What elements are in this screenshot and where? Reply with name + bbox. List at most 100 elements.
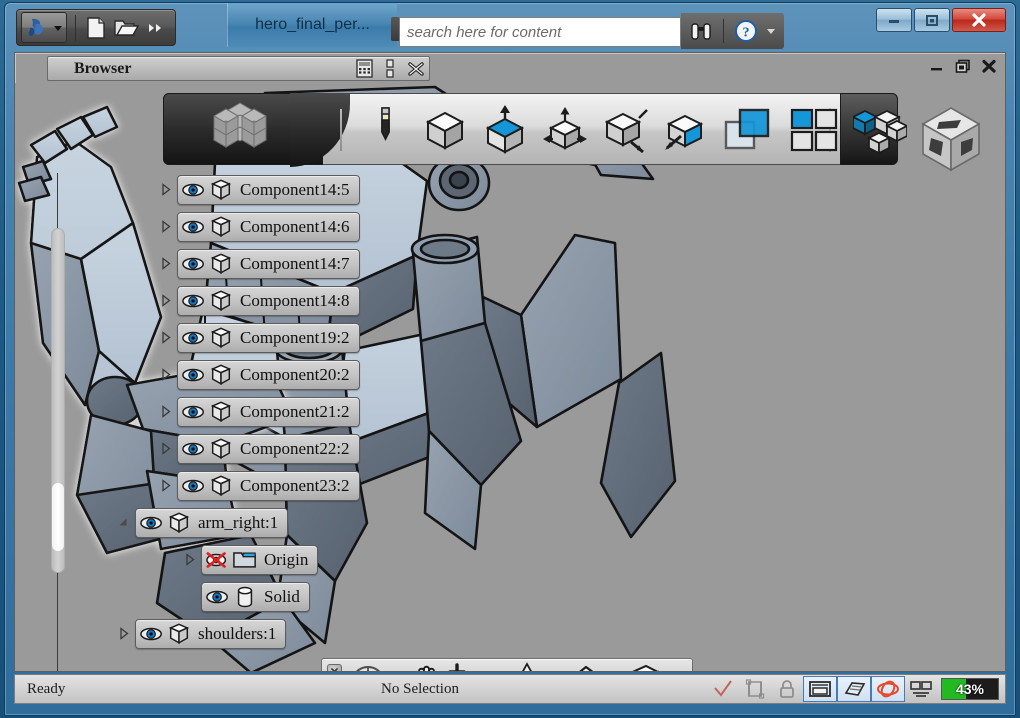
- tree-row[interactable]: Component21:2: [113, 393, 425, 430]
- navbar-close-button[interactable]: [327, 664, 342, 671]
- tree-row[interactable]: Origin: [113, 541, 425, 578]
- layers-tool-button[interactable]: [720, 104, 776, 156]
- tree-expander[interactable]: [155, 216, 177, 238]
- tree-node[interactable]: Component21:2: [177, 396, 360, 427]
- visibility-eye-icon[interactable]: [182, 178, 206, 202]
- lock-button[interactable]: [771, 676, 803, 702]
- browser-options-button[interactable]: [377, 57, 403, 80]
- help-button[interactable]: ?: [732, 17, 760, 45]
- tree-node[interactable]: Component14:8: [177, 285, 360, 316]
- visibility-hidden-icon[interactable]: [206, 548, 230, 572]
- sketch-tool-button[interactable]: [360, 104, 410, 156]
- create-cube-button[interactable]: [420, 104, 470, 156]
- close-button[interactable]: [952, 8, 1006, 32]
- tree-expander[interactable]: [155, 253, 177, 275]
- search-binoculars-button[interactable]: [687, 17, 715, 45]
- doc-minimize-button[interactable]: [928, 58, 945, 75]
- tree-row[interactable]: Component14:7: [113, 245, 425, 282]
- visibility-eye-icon[interactable]: [182, 289, 206, 313]
- tree-node[interactable]: Component14:6: [177, 211, 360, 242]
- modify-tool-button[interactable]: [540, 104, 590, 156]
- tree-row[interactable]: Component14:6: [113, 208, 425, 245]
- free-orbit-button[interactable]: [871, 676, 905, 702]
- tree-row[interactable]: Component19:2: [113, 319, 425, 356]
- visibility-eye-icon[interactable]: [140, 511, 164, 535]
- document-view-button[interactable]: [803, 676, 837, 702]
- tree-expander[interactable]: [113, 623, 135, 645]
- update-check-button[interactable]: [707, 676, 739, 702]
- assemble-tool-button[interactable]: [852, 104, 908, 156]
- select-tool-button[interactable]: [660, 104, 710, 156]
- visibility-eye-icon[interactable]: [182, 400, 206, 424]
- app-logo-button[interactable]: [21, 12, 67, 43]
- tree-row[interactable]: Component22:2: [113, 430, 425, 467]
- visibility-eye-icon[interactable]: [140, 622, 164, 646]
- help-dropdown-button[interactable]: [764, 17, 778, 45]
- browser-filter-button[interactable]: [351, 57, 377, 80]
- browser-panel-title-bar[interactable]: Browser: [47, 56, 430, 81]
- nav-viewcube-button[interactable]: [622, 663, 662, 671]
- search-field[interactable]: search here for content: [399, 17, 681, 47]
- tree-node[interactable]: Solid: [201, 581, 310, 612]
- tree-expander[interactable]: [179, 549, 201, 571]
- visibility-eye-icon[interactable]: [182, 252, 206, 276]
- tree-expander[interactable]: [155, 290, 177, 312]
- tree-expander[interactable]: [155, 401, 177, 423]
- tree-row[interactable]: Component23:2: [113, 467, 425, 504]
- tree-expander[interactable]: [155, 327, 177, 349]
- visibility-eye-icon[interactable]: [182, 437, 206, 461]
- tree-node[interactable]: Component14:7: [177, 248, 360, 279]
- tree-node[interactable]: Component19:2: [177, 322, 360, 353]
- new-file-button[interactable]: [81, 13, 111, 43]
- nav-orbit-button[interactable]: [506, 662, 548, 671]
- document-tab[interactable]: hero_final_per...: [227, 3, 397, 47]
- open-file-button[interactable]: [111, 13, 141, 43]
- tree-node[interactable]: arm_right:1: [135, 507, 289, 538]
- tree-expander[interactable]: [113, 512, 135, 534]
- tree-row[interactable]: Solid: [113, 578, 425, 615]
- tree-node[interactable]: Component22:2: [177, 433, 360, 464]
- nav-viewcube-dropdown[interactable]: [664, 663, 678, 671]
- maximize-button[interactable]: [914, 8, 950, 32]
- visibility-eye-icon[interactable]: [206, 585, 230, 609]
- nav-pan-button[interactable]: [406, 663, 444, 671]
- visibility-eye-icon[interactable]: [182, 474, 206, 498]
- tree-row[interactable]: Component20:2: [113, 356, 425, 393]
- view-cube[interactable]: [909, 98, 993, 182]
- tree-node[interactable]: shoulders:1: [135, 618, 287, 649]
- nav-orbit-dropdown[interactable]: [550, 663, 564, 671]
- tree-row[interactable]: arm_right:1: [113, 504, 425, 541]
- tree-node[interactable]: Component14:5: [177, 174, 360, 205]
- browser-vertical-scrollbar[interactable]: [51, 228, 65, 573]
- tree-row[interactable]: shoulders:1: [113, 615, 425, 652]
- visibility-eye-icon[interactable]: [182, 363, 206, 387]
- doc-close-button[interactable]: [980, 58, 997, 75]
- tree-node[interactable]: Component23:2: [177, 470, 360, 501]
- doc-restore-button[interactable]: [954, 58, 971, 75]
- nav-zoom-button[interactable]: [446, 663, 488, 671]
- tree-expander[interactable]: [155, 475, 177, 497]
- toolbar-overflow-button[interactable]: [141, 13, 171, 43]
- tree-node[interactable]: Component20:2: [177, 359, 360, 390]
- nav-wheel-dropdown[interactable]: [390, 663, 404, 671]
- display-mode-button[interactable]: [905, 676, 937, 702]
- ribbon-tab-active[interactable]: [163, 93, 350, 167]
- visibility-eye-icon[interactable]: [182, 326, 206, 350]
- tree-expander[interactable]: [155, 438, 177, 460]
- inspect-tool-button[interactable]: [600, 104, 650, 156]
- tree-expander[interactable]: [179, 586, 201, 608]
- extrude-tool-button[interactable]: [480, 104, 530, 156]
- visibility-eye-icon[interactable]: [182, 215, 206, 239]
- nav-zoom-dropdown[interactable]: [490, 663, 504, 671]
- browser-close-button[interactable]: [403, 57, 429, 80]
- tree-row[interactable]: Component14:5: [113, 171, 425, 208]
- tree-expander[interactable]: [155, 179, 177, 201]
- constraints-button[interactable]: [739, 676, 771, 702]
- ground-plane-button[interactable]: [837, 676, 871, 702]
- tree-node[interactable]: Origin: [201, 544, 319, 575]
- nav-lookat-button[interactable]: [572, 663, 616, 671]
- window-layout-button[interactable]: [786, 104, 842, 156]
- minimize-button[interactable]: [876, 8, 912, 32]
- scrollbar-thumb[interactable]: [52, 483, 64, 551]
- nav-wheel-button[interactable]: [348, 663, 388, 671]
